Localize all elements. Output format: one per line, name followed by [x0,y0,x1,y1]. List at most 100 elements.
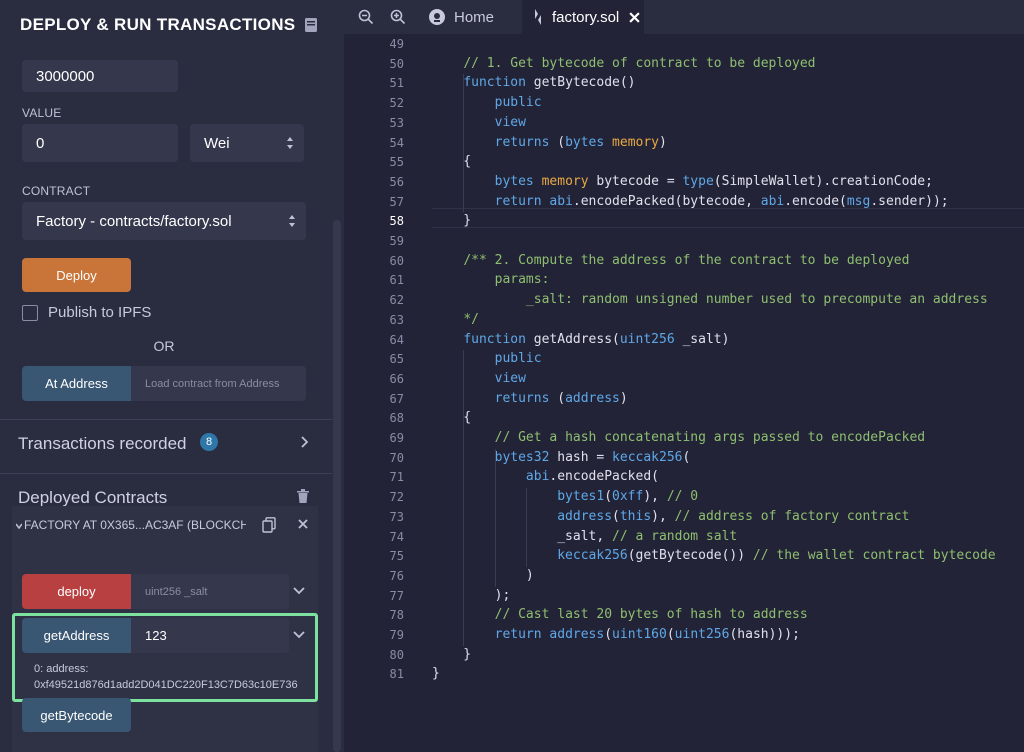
trash-icon[interactable] [297,489,309,503]
code-line[interactable]: _salt: random unsigned number used to pr… [432,292,988,307]
code-line[interactable]: // Get a hash concatenating args passed … [432,430,925,445]
code-token: return [494,193,542,209]
line-number: 59 [389,234,404,248]
chevron-right-icon[interactable] [300,436,308,448]
contract-select-value: Factory - contracts/factory.sol [36,212,232,230]
close-tab-icon[interactable] [629,11,640,23]
code-line[interactable]: params: [432,272,550,288]
line-number: 71 [389,470,404,485]
code-line[interactable]: public [432,351,542,366]
code-line[interactable]: address(this), // address of factory con… [432,509,909,524]
code-token: function [463,75,526,91]
deploy-button[interactable]: Deploy [22,258,131,292]
code-token: uint160 [612,627,667,642]
code-line[interactable]: ); [432,588,511,603]
line-number: 64 [389,332,404,347]
panel-scrollbar[interactable] [333,220,341,752]
code-line[interactable]: function getAddress(uint256 _salt) [432,332,729,347]
code-token: uint256 [619,331,675,347]
code-line[interactable]: */ [432,312,479,327]
line-number: 76 [389,568,404,583]
code-line[interactable]: abi.encodePacked( [432,469,659,484]
chevron-down-icon[interactable] [293,587,305,595]
editor-tab-bar: Home factory.sol [344,0,1024,34]
line-number: 51 [389,76,404,91]
code-token: type [682,173,714,189]
deploy-run-panel: DEPLOY & RUN TRANSACTIONS 3000000 VALUE … [0,0,344,752]
code-token: .encodePacked(bytecode, [572,193,761,209]
code-line[interactable]: return address(uint160(uint256(hash))); [432,627,800,642]
code-line[interactable]: } [432,666,440,681]
line-number: 60 [389,253,404,268]
publish-ipfs-checkbox[interactable] [22,305,38,321]
code-line[interactable]: bytes32 hash = keccak256( [432,450,691,465]
instance-title[interactable]: FACTORY AT 0X365...AC3AF (BLOCKCHAIN) [24,518,246,532]
select-arrows-icon [287,137,293,149]
code-line[interactable]: bytes memory bytecode = type(SimpleWalle… [432,174,933,189]
code-token: _salt: random unsigned number used to pr… [525,292,988,308]
close-icon[interactable] [298,519,308,529]
code-line[interactable]: view [432,371,526,386]
line-number: 73 [389,509,404,524]
line-number: 77 [389,588,404,603]
code-line[interactable]: // Cast last 20 bytes of hash to address [432,607,808,622]
code-line[interactable]: { [432,410,471,425]
value-input[interactable]: 0 [22,124,178,162]
line-number: 66 [389,371,404,386]
code-line[interactable]: returns (address) [432,391,628,406]
code-token: ), [643,489,667,505]
code-token: view [494,114,526,130]
zoom-in-icon[interactable] [390,9,406,25]
line-number: 55 [389,155,404,170]
code-line[interactable]: } [432,213,471,228]
transactions-recorded-label[interactable]: Transactions recorded [18,434,187,454]
code-token: ( [549,134,566,150]
code-line[interactable]: bytes1(0xff), // 0 [432,489,698,504]
function-deploy-button[interactable]: deploy [22,574,131,609]
code-line[interactable]: { [432,154,471,169]
line-number: 53 [389,115,404,130]
code-token: params: [494,272,550,288]
code-line[interactable]: return abi.encodePacked(bytecode, abi.en… [432,194,949,209]
tab-home-label: Home [454,8,495,26]
unit-select[interactable]: Wei [190,124,304,162]
code-token: .sender)); [870,193,949,209]
function-getbytecode-button[interactable]: getBytecode [22,698,131,732]
code-token: address [557,508,613,524]
code-line[interactable]: // 1. Get bytecode of contract to be dep… [432,55,816,71]
code-token: view [494,370,526,386]
code-token: .encode( [784,193,847,209]
code-line[interactable]: returns (bytes memory) [432,135,667,150]
code-token: 0xff [612,489,644,505]
function-deploy-param-input[interactable]: uint256 _salt [131,574,289,609]
tab-home[interactable]: Home [422,0,522,34]
at-address-input[interactable]: Load contract from Address [131,366,306,401]
deployed-contracts-label: Deployed Contracts [18,488,168,507]
code-line[interactable]: ) [432,568,534,583]
zoom-out-icon[interactable] [358,9,374,25]
code-token: // 1. Get bytecode of contract to be dep… [463,55,816,71]
code-token: .encodePacked( [549,469,659,485]
copy-icon[interactable] [262,517,276,533]
line-number: 67 [389,391,404,406]
chevron-down-icon[interactable] [16,521,22,531]
code-token: // the wallet contract bytecode [752,548,996,564]
code-line[interactable]: /** 2. Compute the address of the contra… [432,253,909,268]
code-line[interactable]: } [432,647,471,662]
code-line[interactable]: _salt, // a random salt [432,529,737,544]
line-number: 65 [389,352,404,367]
contract-select[interactable]: Factory - contracts/factory.sol [22,202,306,240]
book-icon[interactable] [304,17,318,33]
line-number: 80 [389,647,404,662]
gas-limit-input[interactable]: 3000000 [22,60,178,92]
divider [0,419,332,420]
at-address-button[interactable]: At Address [22,366,131,401]
code-line[interactable]: public [432,95,542,110]
code-line[interactable]: view [432,115,526,130]
code-line[interactable]: keccak256(getBytecode()) // the wallet c… [432,548,996,564]
tab-factory-sol[interactable]: factory.sol [522,0,644,34]
code-token: // Get a hash concatenating args passed … [494,430,926,445]
